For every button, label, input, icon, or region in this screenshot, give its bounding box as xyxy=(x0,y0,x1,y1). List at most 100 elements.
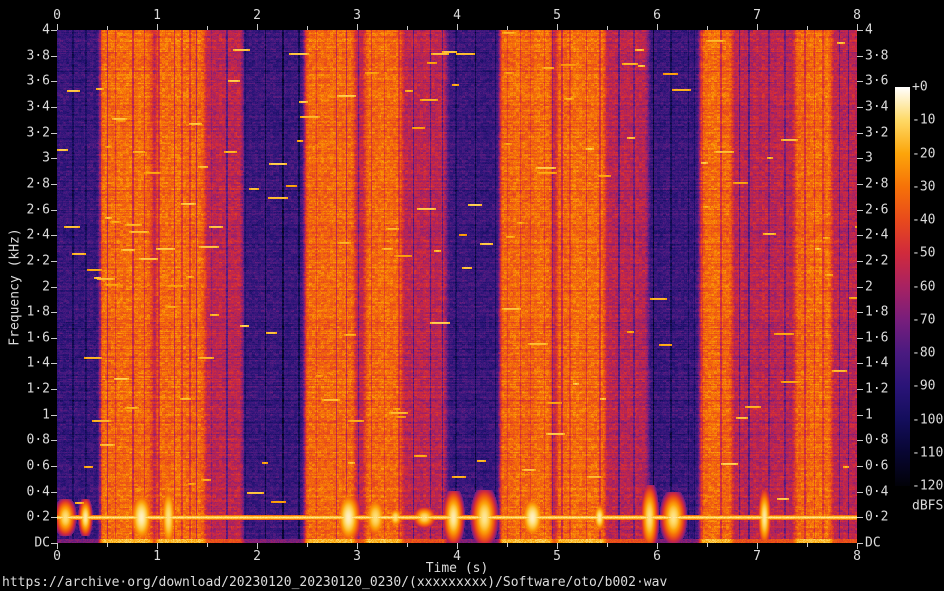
freq-tick-label-right: 3·8 xyxy=(865,48,889,64)
freq-tick xyxy=(857,55,863,57)
time-minor-tick xyxy=(107,543,108,547)
freq-tick-label-left: 0·4 xyxy=(26,484,50,500)
freq-tick-label-right: 0·6 xyxy=(865,458,889,474)
time-tick-label-top: 0 xyxy=(53,8,61,23)
colorbar-tick-label: -100 xyxy=(912,412,944,427)
freq-tick-label-right: 3·2 xyxy=(865,125,889,141)
freq-tick xyxy=(51,286,57,288)
freq-tick xyxy=(857,260,863,262)
freq-tick xyxy=(857,81,863,83)
freq-tick xyxy=(857,389,863,391)
freq-tick-label-right: 4 xyxy=(865,22,873,38)
freq-tick-label-left: 1·6 xyxy=(26,330,50,346)
freq-tick-label-left: 4 xyxy=(42,22,50,38)
time-minor-tick xyxy=(407,26,408,30)
time-minor-tick xyxy=(607,543,608,547)
time-minor-tick xyxy=(507,543,508,547)
time-tick-label-top: 6 xyxy=(653,8,661,23)
time-minor-tick xyxy=(707,26,708,30)
time-tick-label-bottom: 3 xyxy=(353,549,361,564)
spectrogram-heatmap xyxy=(57,30,857,543)
freq-tick xyxy=(857,106,863,108)
freq-tick xyxy=(857,363,863,365)
colorbar-tick-label: -90 xyxy=(912,378,936,394)
freq-tick xyxy=(857,517,863,519)
freq-tick-label-right: 3 xyxy=(865,150,873,166)
time-minor-tick xyxy=(207,26,208,30)
freq-tick xyxy=(51,235,57,237)
time-tick-label-bottom: 7 xyxy=(753,549,761,564)
freq-tick-label-left: 3·8 xyxy=(26,48,50,64)
freq-tick-label-left: 1 xyxy=(42,407,50,423)
time-minor-tick xyxy=(707,543,708,547)
freq-tick-label-right: 2·6 xyxy=(865,202,889,218)
freq-tick xyxy=(857,440,863,442)
time-tick-label-top: 1 xyxy=(153,8,161,23)
time-major-tick xyxy=(457,24,458,30)
time-tick-label-top: 3 xyxy=(353,8,361,23)
freq-tick-label-left: 3·2 xyxy=(26,125,50,141)
time-major-tick xyxy=(457,543,458,549)
freq-tick xyxy=(51,363,57,365)
colorbar-tick-label: -40 xyxy=(912,212,936,228)
freq-tick-label-left: 3 xyxy=(42,150,50,166)
colorbar-tick-label: -20 xyxy=(912,146,936,161)
time-tick-label-bottom: 4 xyxy=(453,549,461,564)
freq-tick-label-right: 3·4 xyxy=(865,99,889,115)
freq-tick-label-left: 1·4 xyxy=(26,355,50,371)
freq-tick-label-right: 2·2 xyxy=(865,253,889,269)
freq-tick xyxy=(857,491,863,493)
time-major-tick xyxy=(657,24,658,30)
colorbar-tick-label: +0 xyxy=(912,79,928,95)
freq-tick-label-right: 0·4 xyxy=(865,484,889,500)
freq-tick xyxy=(857,312,863,314)
freq-tick-label-right: 2·8 xyxy=(865,176,889,192)
freq-tick xyxy=(51,106,57,108)
freq-tick xyxy=(51,209,57,211)
time-tick-label-bottom: 1 xyxy=(153,549,161,564)
colorbar-tick-label: -80 xyxy=(912,345,936,361)
time-minor-tick xyxy=(807,26,808,30)
freq-tick xyxy=(857,30,863,31)
time-major-tick xyxy=(557,543,558,549)
time-major-tick xyxy=(657,543,658,549)
source-url-text: https://archive·org/download/20230120_20… xyxy=(2,575,668,590)
time-tick-label-top: 7 xyxy=(753,8,761,23)
freq-tick-label-left: 1·8 xyxy=(26,304,50,320)
freq-tick xyxy=(51,312,57,314)
freq-tick xyxy=(51,260,57,262)
time-tick-label-top: 4 xyxy=(453,8,461,23)
colorbar-tick-label: -110 xyxy=(912,445,944,461)
time-minor-tick xyxy=(107,26,108,30)
colorbar-tick-label: -70 xyxy=(912,312,936,328)
colorbar-gradient xyxy=(895,87,910,486)
freq-tick-label-right: 3·6 xyxy=(865,73,889,89)
freq-tick-label-left: 0·8 xyxy=(26,432,50,448)
time-tick-label-bottom: 2 xyxy=(253,549,261,564)
freq-tick xyxy=(51,440,57,442)
freq-tick-label-left: 1·2 xyxy=(26,381,50,397)
freq-tick xyxy=(857,543,863,544)
time-major-tick xyxy=(757,543,758,549)
time-major-tick xyxy=(757,24,758,30)
freq-tick xyxy=(857,132,863,134)
colorbar-tick-label: -60 xyxy=(912,279,936,294)
freq-tick xyxy=(51,337,57,339)
freq-tick xyxy=(857,466,863,468)
freq-tick xyxy=(51,517,57,519)
freq-tick xyxy=(857,209,863,211)
time-minor-tick xyxy=(207,543,208,547)
colorbar-tick-label: -30 xyxy=(912,179,936,195)
time-major-tick xyxy=(57,543,58,549)
time-major-tick xyxy=(357,24,358,30)
freq-tick-label-right: 1·6 xyxy=(865,330,889,346)
time-tick-label-bottom: 8 xyxy=(853,549,861,564)
freq-tick xyxy=(51,389,57,391)
freq-tick xyxy=(857,183,863,185)
freq-tick xyxy=(51,81,57,83)
freq-tick xyxy=(857,286,863,288)
freq-tick-label-right: 1·4 xyxy=(865,355,889,371)
freq-tick-label-right: 1·2 xyxy=(865,381,889,397)
time-major-tick xyxy=(357,543,358,549)
freq-tick xyxy=(51,543,57,544)
